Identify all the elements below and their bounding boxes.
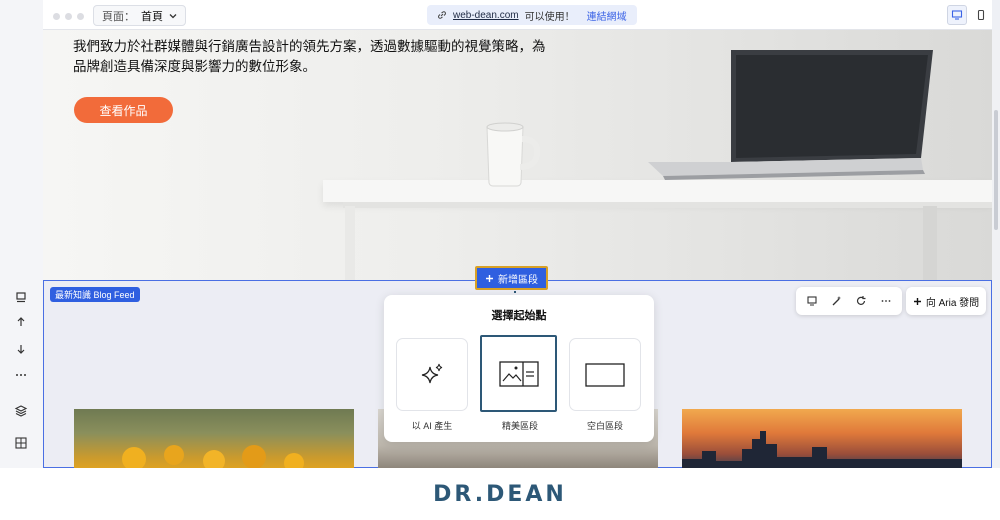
hero-paragraph: 我們致力於社群媒體與行銷廣告設計的領先方案，透過數據驅動的視覺策略，為品牌創造具… [73, 39, 546, 74]
footer-brand: DR.DEAN [0, 468, 1000, 520]
grid-icon[interactable] [9, 432, 33, 454]
hero-table-leg [345, 206, 355, 280]
section-icon[interactable] [9, 286, 33, 308]
chevron-down-icon [169, 13, 177, 18]
option-blank-section[interactable] [569, 338, 641, 411]
image-text-icon [498, 360, 539, 387]
page-selector-value: 首頁 [141, 10, 163, 23]
hero-section[interactable]: 我們致力於社群媒體與行銷廣告設計的領先方案，透過數據驅動的視覺策略，為品牌創造具… [43, 30, 992, 280]
magic-wand-icon[interactable] [827, 291, 847, 311]
desktop-icon [951, 10, 963, 20]
option-ai-generate-label: 以 AI 產生 [411, 421, 453, 431]
section-settings-icon[interactable] [802, 291, 822, 311]
left-rail [0, 0, 43, 468]
editor-area: 頁面： 首頁 web-dean.com 可以使用！ 連結網域 我們致力於社群媒體… [0, 0, 1000, 468]
app-root: 頁面： 首頁 web-dean.com 可以使用！ 連結網域 我們致力於社群媒體… [0, 0, 1000, 520]
page-selector[interactable]: 頁面： 首頁 [93, 5, 186, 26]
page-canvas: 我們致力於社群媒體與行銷廣告設計的領先方案，透過數據驅動的視覺策略，為品牌創造具… [43, 30, 992, 468]
url-status: 可以使用！ [524, 11, 575, 23]
ask-aria-label: 向 Aria 發問 [925, 297, 980, 309]
layers-icon[interactable] [9, 400, 33, 422]
editor-topbar: 頁面： 首頁 web-dean.com 可以使用！ 連結網域 [43, 0, 992, 30]
link-icon [438, 11, 446, 19]
ask-aria-button[interactable]: 向 Aria 發問 [906, 287, 986, 315]
add-section-button[interactable]: 新增區段 [475, 266, 548, 290]
url-domain[interactable]: web-dean.com [453, 10, 519, 21]
sparkles-icon [421, 363, 443, 383]
window-dots [53, 13, 84, 20]
scrollbar-thumb[interactable] [994, 110, 998, 230]
plus-icon [486, 274, 493, 282]
move-down-icon[interactable] [9, 338, 33, 360]
connect-domain-link[interactable]: 連結網域 [587, 8, 627, 23]
option-blank-section-label: 空白區段 [586, 421, 623, 431]
more-options-icon[interactable] [876, 291, 896, 311]
option-ai-generate[interactable] [396, 338, 468, 411]
page-selector-label: 頁面： [102, 10, 135, 23]
mug-image [486, 122, 541, 187]
laptop-image [648, 50, 933, 180]
choose-start-popup: 選擇起始點 以 AI 產生 精美區段 空白區段 [384, 295, 654, 442]
blog-card-image-city[interactable] [682, 409, 962, 468]
scrollbar-track[interactable] [992, 30, 1000, 468]
more-icon[interactable] [9, 364, 33, 386]
dr-dean-logo: DR.DEAN [433, 482, 567, 507]
popup-title: 選擇起始點 [491, 310, 547, 322]
add-section-label: 新增區段 [498, 274, 538, 286]
city-sunset-image [682, 431, 962, 468]
desktop-view-button[interactable] [947, 5, 967, 25]
mobile-view-button[interactable] [971, 5, 991, 25]
hero-table-leg-2 [923, 206, 937, 280]
mobile-icon [977, 9, 985, 21]
option-designed-section-label: 精美區段 [501, 421, 538, 431]
section-badge[interactable]: 最新知識 Blog Feed [50, 287, 140, 302]
option-designed-section[interactable] [480, 335, 557, 412]
url-bar[interactable]: web-dean.com 可以使用！ 連結網域 [427, 5, 637, 25]
section-toolbar [796, 287, 902, 315]
refresh-icon[interactable] [851, 291, 871, 311]
plus-icon [913, 297, 921, 305]
flowers-image [122, 445, 304, 468]
blank-rect-icon [585, 362, 625, 387]
blog-feed-section[interactable]: 最新知識 Blog Feed 選擇起始點 以 AI 產生 精美區段 空白區段 向… [43, 266, 992, 468]
logo-text: DR.DEAN [433, 481, 567, 507]
move-up-icon[interactable] [9, 311, 33, 333]
hero-table-edge [343, 202, 992, 208]
blog-card-image-flowers[interactable] [74, 409, 354, 468]
view-work-button[interactable]: 查看作品 [74, 97, 173, 123]
